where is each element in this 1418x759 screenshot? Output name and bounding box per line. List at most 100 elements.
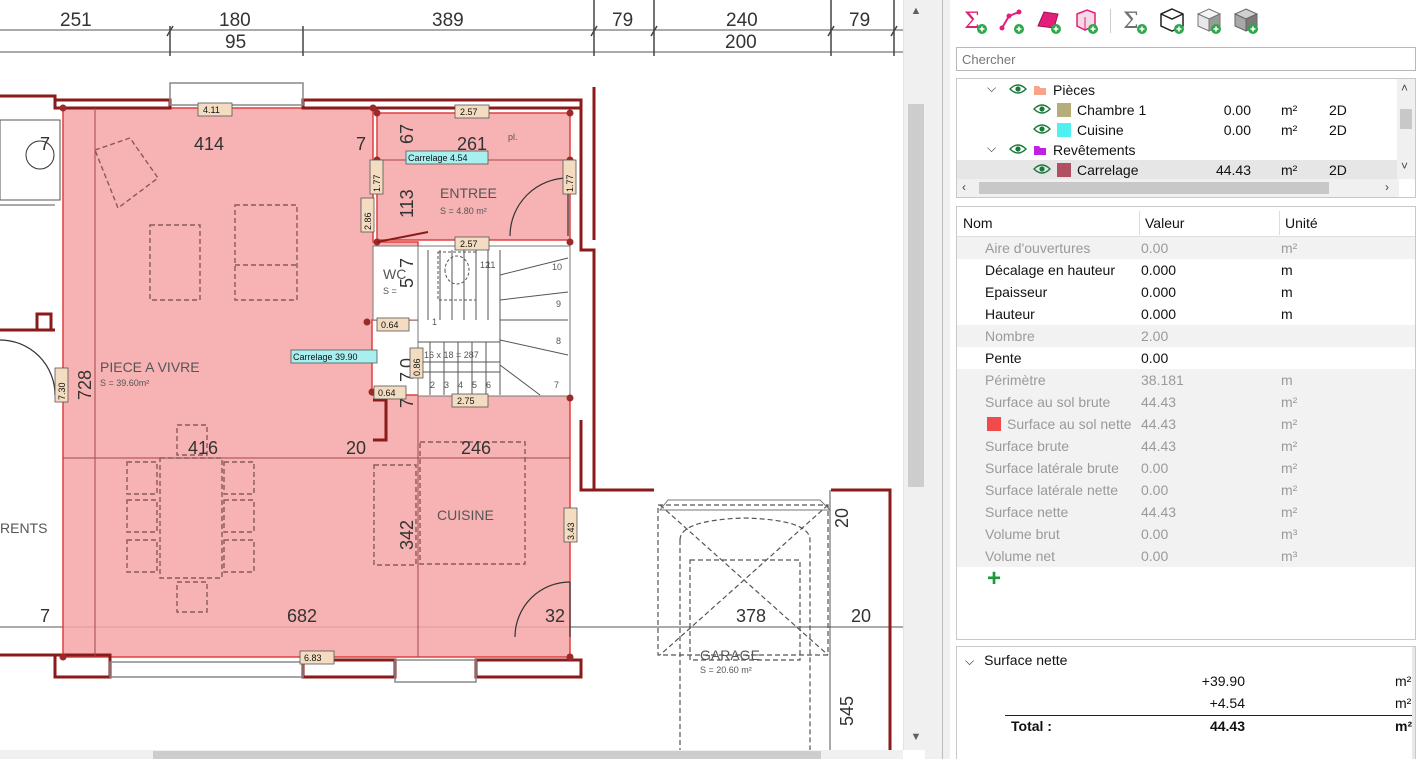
eye-icon[interactable] [1009, 142, 1027, 156]
room-area-wc: S = [383, 286, 397, 296]
property-grid-header: Nom Valeur Unité [957, 207, 1415, 237]
chevron-down-icon[interactable]: ⌵ [987, 141, 996, 156]
scroll-left-arrow-icon[interactable]: ‹ [962, 180, 966, 194]
column-header-value[interactable]: Valeur [1145, 215, 1184, 231]
dim-545: 545 [837, 696, 857, 726]
stair-num: 7 [554, 380, 559, 390]
box-add-icon[interactable] [1157, 6, 1187, 36]
dim-top-180: 180 [219, 10, 251, 31]
pl-label: pl. [508, 132, 518, 142]
eye-icon[interactable] [1009, 82, 1027, 96]
tree-item-mode: 2D [1329, 122, 1347, 138]
add-property-button[interactable]: + [987, 567, 1001, 591]
floor-plan-canvas[interactable]: 251 180 389 79 240 79 95 200 10 9 8 7 12… [0, 0, 903, 750]
tree-vertical-scrollbar[interactable]: ˄ ˅ [1397, 79, 1415, 179]
scroll-up-arrow-icon[interactable]: ▲ [909, 4, 923, 18]
property-row[interactable]: Pente 0.00 [957, 347, 1415, 369]
property-row[interactable]: Surface au sol brute 44.43 m² [957, 391, 1415, 413]
plan-horizontal-scrollbar[interactable] [0, 750, 903, 759]
summary-total-value: 44.43 [1209, 718, 1245, 734]
scroll-right-arrow-icon[interactable]: › [1385, 180, 1389, 194]
polyline-add-icon[interactable] [997, 6, 1027, 36]
property-row[interactable]: Nombre 2.00 [957, 325, 1415, 347]
column-header-name[interactable]: Nom [963, 215, 993, 231]
property-row[interactable]: Aire d'ouvertures 0.00 m² [957, 237, 1415, 259]
tree-item-value: 44.43 [1215, 162, 1251, 178]
sum-add-icon[interactable]: Σ [960, 6, 990, 36]
stair-num: 1 [432, 317, 437, 327]
tree-item-cuisine[interactable]: Cuisine 0.00 m² 2D [957, 120, 1397, 140]
scroll-down-arrow-icon[interactable]: ▼ [909, 730, 923, 744]
tree-item-pieces[interactable]: ⌵ Pièces [957, 80, 1397, 100]
dim-7-left-bottom: 7 [40, 606, 50, 626]
room-name-cuisine: CUISINE [437, 507, 494, 523]
property-row[interactable]: Surface nette 44.43 m² [957, 501, 1415, 523]
search-input[interactable] [956, 47, 1416, 71]
box-gray-add-icon[interactable] [1231, 6, 1261, 36]
property-row[interactable]: Surface au sol nette 44.43 m² [957, 413, 1415, 435]
eye-icon[interactable] [1033, 102, 1051, 116]
summary-header[interactable]: ⌵ Surface nette [965, 652, 1067, 669]
measure-label: 2.86 [363, 212, 373, 230]
dim-20c: 20 [832, 508, 852, 528]
dim-5: 5 [397, 278, 417, 288]
measure-label: 0.86 [412, 358, 422, 376]
room-area-piece-a-vivre: S = 39.60m² [100, 378, 149, 388]
tree-hscroll-thumb[interactable] [979, 182, 1329, 194]
measure-label: 1.77 [565, 174, 575, 192]
property-row[interactable]: Périmètre 38.181 m [957, 369, 1415, 391]
property-row[interactable]: Surface latérale brute 0.00 m² [957, 457, 1415, 479]
tree-item-carrelage[interactable]: Carrelage 44.43 m² 2D [957, 160, 1399, 180]
tree-item-value: 0.00 [1223, 122, 1251, 138]
tree-item-mode: 2D [1329, 162, 1347, 178]
color-swatch [1057, 163, 1071, 177]
surface-add-icon[interactable] [1034, 6, 1064, 36]
tree-item-unit: m² [1281, 162, 1298, 178]
scroll-up-arrow-icon[interactable]: ˄ [1401, 81, 1408, 95]
measure-label: 2.57 [460, 239, 478, 249]
stair-num: 4 [458, 380, 463, 390]
plan-vertical-scrollbar[interactable]: ▲ ▼ [903, 0, 925, 750]
surface-label-carrelage-entree: Carrelage 4.54 [408, 153, 468, 163]
chevron-down-icon[interactable]: ⌵ [965, 654, 974, 668]
summary-panel: ⌵ Surface nette +39.90 m² +4.54 m² Total … [956, 646, 1416, 759]
tree-item-chambre-1[interactable]: Chambre 1 0.00 m² 2D [957, 100, 1397, 120]
plan-hscroll-thumb[interactable] [153, 751, 821, 759]
stair-num: 3 [444, 380, 449, 390]
property-row[interactable]: Hauteur 0.000 m [957, 303, 1415, 325]
dim-342: 342 [397, 520, 417, 550]
stair-num: 8 [556, 336, 561, 346]
dim-7-left-top: 7 [40, 134, 50, 154]
scroll-down-arrow-icon[interactable]: ˅ [1401, 159, 1408, 173]
measure-label: 6.83 [304, 653, 322, 663]
property-row[interactable]: Epaisseur 0.000 m [957, 281, 1415, 303]
tree-horizontal-scrollbar[interactable]: ‹ › [957, 179, 1399, 197]
dim-416: 416 [188, 438, 218, 458]
dim-top-95: 95 [225, 32, 246, 53]
property-row[interactable]: Surface brute 44.43 m² [957, 435, 1415, 457]
box-shaded-add-icon[interactable] [1194, 6, 1224, 36]
column-header-unit[interactable]: Unité [1285, 215, 1318, 231]
dim-top-79a: 79 [612, 10, 633, 31]
tree-item-label: Pièces [1053, 82, 1096, 98]
plan-vscroll-thumb[interactable] [908, 104, 924, 487]
room-add-icon[interactable] [1071, 6, 1101, 36]
dim-7a: 7 [356, 134, 366, 154]
room-name-piece-a-vivre: PIECE A VIVRE [100, 359, 200, 375]
panel-splitter[interactable] [925, 0, 950, 759]
property-row[interactable]: Volume net 0.00 m³ [957, 545, 1415, 567]
sum-volume-icon[interactable]: Σ [1120, 6, 1150, 36]
tree-item-unit: m² [1281, 102, 1298, 118]
chevron-down-icon[interactable]: ⌵ [987, 81, 996, 96]
eye-icon[interactable] [1033, 122, 1051, 136]
property-row[interactable]: Volume brut 0.00 m³ [957, 523, 1415, 545]
room-area-entree: S = 4.80 m² [440, 206, 487, 216]
tree-item-revetements[interactable]: ⌵ Revêtements [957, 140, 1397, 160]
color-swatch [1057, 123, 1071, 137]
eye-icon[interactable] [1033, 162, 1051, 176]
measure-label: 2.75 [457, 396, 475, 406]
dim-top-389: 389 [432, 10, 464, 31]
property-row[interactable]: Surface latérale nette 0.00 m² [957, 479, 1415, 501]
tree-vscroll-thumb[interactable] [1400, 109, 1412, 129]
property-row[interactable]: Décalage en hauteur 0.000 m [957, 259, 1415, 281]
